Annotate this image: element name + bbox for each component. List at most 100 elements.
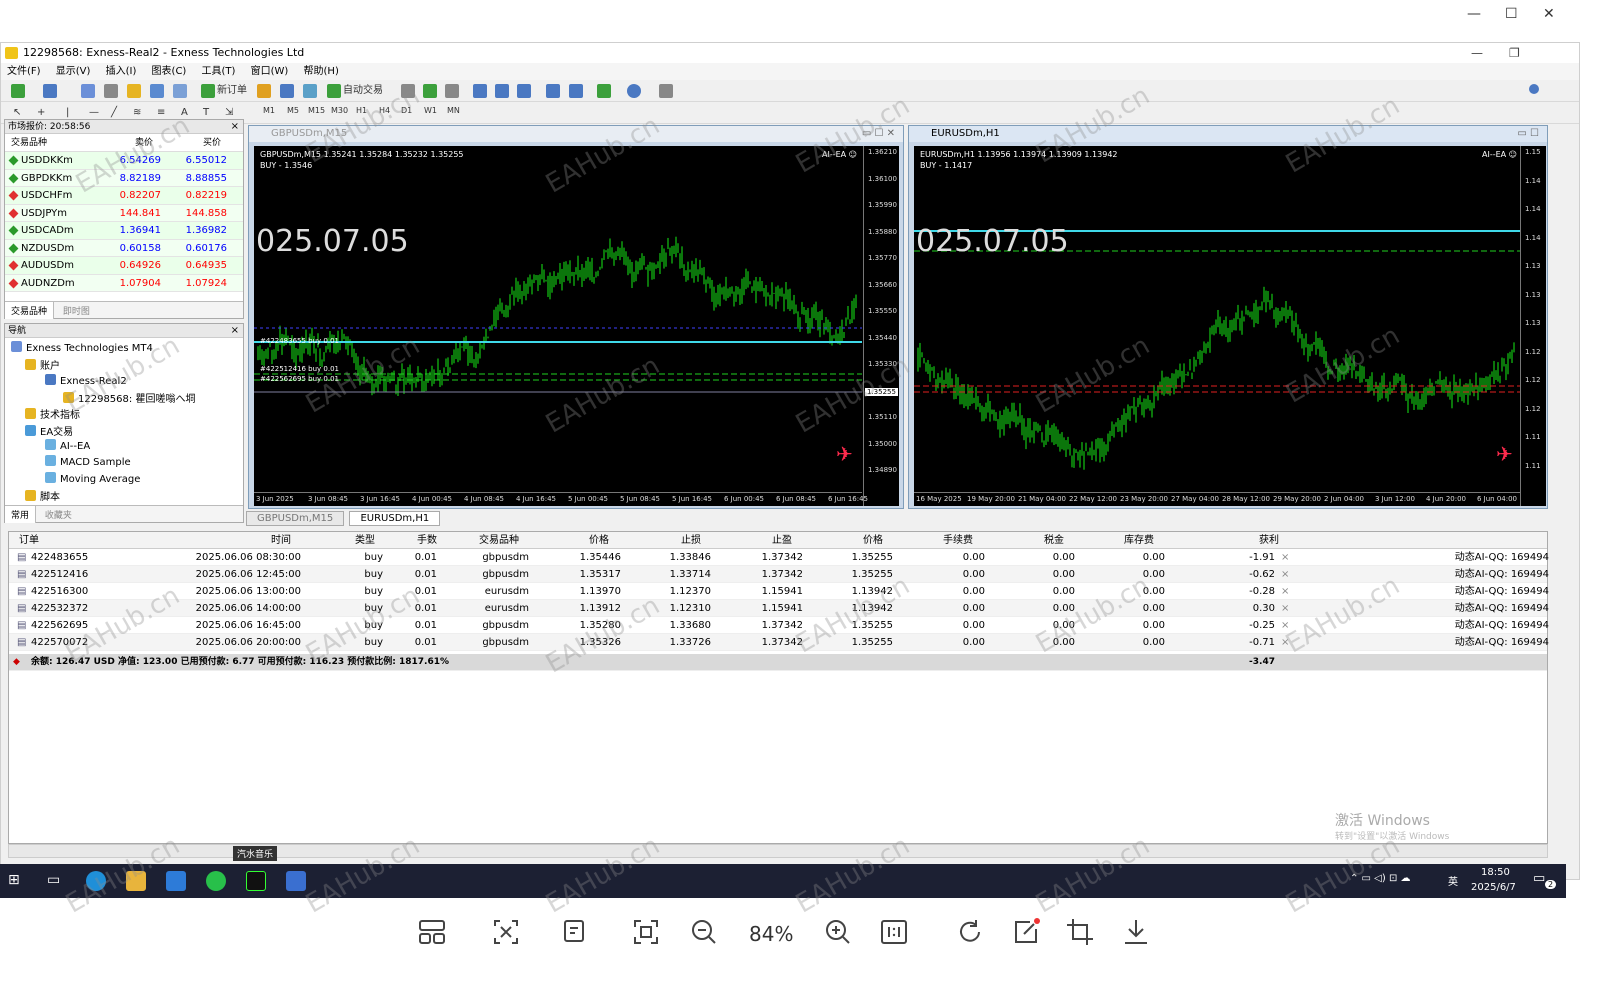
ocr-icon[interactable]	[560, 916, 592, 948]
col-ask[interactable]: 买价	[203, 134, 221, 152]
music-app-icon[interactable]	[246, 871, 266, 891]
price-axis[interactable]: 1.36210 1.36100 1.35990 1.35880 1.35770 1.356…	[863, 146, 899, 506]
metaeditor-icon[interactable]	[257, 84, 271, 98]
close-order-icon[interactable]: ×	[1281, 566, 1289, 583]
order-row[interactable]: ▤ 422483655 2025.06.06 08:30:00 buy 0.01 gbpu…	[9, 549, 1549, 566]
menu-help[interactable]: 帮助(H)	[298, 63, 345, 80]
timeframe-m5[interactable]: M5	[287, 106, 299, 115]
chart-tab-eurusd[interactable]: EURUSDm,H1	[349, 511, 441, 526]
minimize-icon[interactable]: —	[1471, 43, 1483, 63]
col-sl[interactable]: 止损	[681, 532, 701, 549]
col-tax[interactable]: 税金	[1044, 532, 1064, 549]
market-watch-row[interactable]: USDCHFm 0.82207 0.82219	[5, 187, 243, 205]
market-watch-row[interactable]: USDJPYm 144.841 144.858	[5, 204, 243, 222]
chart-window-controls-icon[interactable]: ▭ ☐ ✕	[862, 126, 895, 142]
order-row[interactable]: ▤ 422562695 2025.06.06 16:45:00 buy 0.01 gbpu…	[9, 617, 1549, 634]
auto-trading-icon[interactable]	[327, 84, 341, 98]
crop-icon[interactable]	[1064, 916, 1096, 948]
market-watch-icon[interactable]	[81, 84, 95, 98]
scan-icon[interactable]	[490, 916, 522, 948]
chart-canvas-eurusd[interactable]: EURUSDm,H1 1.13956 1.13974 1.13909 1.139…	[914, 146, 1546, 506]
timeframe-h4[interactable]: H4	[379, 106, 390, 115]
zoom-out-icon[interactable]	[495, 84, 509, 98]
timeframe-w1[interactable]: W1	[424, 106, 437, 115]
menu-tools[interactable]: 工具(T)	[196, 63, 242, 80]
close-order-icon[interactable]: ×	[1281, 549, 1289, 566]
col-swap[interactable]: 库存费	[1124, 532, 1154, 549]
col-time[interactable]: 时间	[271, 532, 291, 549]
task-view-icon[interactable]: ▭	[47, 872, 60, 888]
tile-windows-icon[interactable]	[517, 84, 531, 98]
wechat-icon[interactable]	[206, 871, 226, 891]
indicators-icon[interactable]	[597, 84, 611, 98]
tab-common[interactable]: 常用	[5, 506, 37, 523]
tab-symbols[interactable]: 交易品种	[5, 302, 55, 319]
profiles-icon[interactable]	[43, 84, 57, 98]
order-row[interactable]: ▤ 422512416 2025.06.06 12:45:00 buy 0.01 gbpu…	[9, 566, 1549, 583]
chart-shift-icon[interactable]	[546, 84, 560, 98]
col-profit[interactable]: 获利	[1259, 532, 1279, 549]
file-explorer-icon[interactable]	[126, 871, 146, 891]
system-tray-icons[interactable]: ⌃ ▭ ◁) ⊡ ☁	[1350, 873, 1411, 884]
candlestick-icon[interactable]	[423, 84, 437, 98]
templates-icon[interactable]	[659, 84, 673, 98]
col-symbol[interactable]: 交易品种	[479, 532, 519, 549]
viewer-close-icon[interactable]: ✕	[1543, 6, 1555, 22]
nav-scripts[interactable]: 脚本	[25, 488, 60, 503]
timeframe-h1[interactable]: H1	[356, 106, 367, 115]
chart-window-controls-icon[interactable]: ▭ ☐	[1517, 126, 1539, 142]
chart-canvas-gbpusd[interactable]: GBPUSDm,M15 1.35241 1.35284 1.35232 1.35…	[254, 146, 899, 506]
close-order-icon[interactable]: ×	[1281, 617, 1289, 634]
nav-indicators[interactable]: 技术指标	[25, 406, 80, 421]
nav-expert-advisors[interactable]: EA交易	[25, 423, 73, 438]
nav-ea-macd[interactable]: MACD Sample	[45, 455, 131, 468]
navigator-icon[interactable]	[127, 84, 141, 98]
col-tp[interactable]: 止盈	[772, 532, 792, 549]
signals-icon[interactable]	[280, 84, 294, 98]
col-price[interactable]: 价格	[863, 532, 883, 549]
close-icon[interactable]: ×	[231, 120, 239, 134]
menu-charts[interactable]: 图表(C)	[146, 63, 193, 80]
close-order-icon[interactable]: ×	[1281, 600, 1289, 617]
restore-icon[interactable]: ❐	[1509, 43, 1520, 63]
timeframe-m30[interactable]: M30	[331, 106, 348, 115]
download-icon[interactable]	[1120, 916, 1152, 948]
timeframe-mn[interactable]: MN	[447, 106, 460, 115]
notification-icon[interactable]: ▭	[1533, 871, 1545, 886]
periods-icon[interactable]	[627, 84, 641, 98]
close-order-icon[interactable]: ×	[1281, 634, 1289, 651]
data-window-icon[interactable]	[104, 84, 118, 98]
market-watch-row[interactable]: GBPDKKm 8.82189 8.88855	[5, 169, 243, 187]
col-symbol[interactable]: 交易品种	[11, 134, 47, 152]
auto-scroll-icon[interactable]	[569, 84, 583, 98]
col-ticket[interactable]: 订单	[19, 532, 39, 549]
order-row[interactable]: ▤ 422570072 2025.06.06 20:00:00 buy 0.01 gbpu…	[9, 634, 1549, 651]
new-order-button[interactable]: 新订单	[217, 83, 247, 99]
bar-chart-icon[interactable]	[401, 84, 415, 98]
col-commission[interactable]: 手续费	[943, 532, 973, 549]
menu-window[interactable]: 窗口(W)	[245, 63, 295, 80]
nav-account[interactable]: 12298568: 瞿回嗟嗡へ垌	[63, 390, 195, 405]
close-order-icon[interactable]: ×	[1281, 583, 1289, 600]
clock-date[interactable]: 2025/6/7	[1471, 882, 1516, 893]
price-axis[interactable]: 1.15 1.14 1.14 1.14 1.13 1.13 1.13 1.12 1.12 1.12…	[1520, 146, 1546, 506]
nav-server[interactable]: Exness-Real2	[45, 374, 127, 387]
col-type[interactable]: 类型	[355, 532, 375, 549]
col-bid[interactable]: 卖价	[135, 134, 153, 152]
menu-insert[interactable]: 插入(I)	[100, 63, 143, 80]
new-order-icon[interactable]	[201, 84, 215, 98]
market-watch-row[interactable]: AUDNZDm 1.07904 1.07924	[5, 274, 243, 292]
market-watch-row[interactable]: USDDKKm 6.54269 6.55012	[5, 152, 243, 170]
market-icon[interactable]	[303, 84, 317, 98]
new-chart-icon[interactable]	[11, 84, 25, 98]
nav-ea-ma[interactable]: Moving Average	[45, 472, 140, 485]
terminal-icon[interactable]	[150, 84, 164, 98]
time-axis[interactable]: 3 Jun 2025 3 Jun 08:45 3 Jun 16:45 4 Jun 00…	[254, 492, 868, 506]
actual-size-icon[interactable]	[878, 916, 910, 948]
zoom-in-icon[interactable]	[473, 84, 487, 98]
store-icon[interactable]	[166, 871, 186, 891]
line-chart-icon[interactable]	[445, 84, 459, 98]
price-chart-svg[interactable]	[914, 146, 1520, 492]
mt4-taskbar-icon[interactable]	[286, 871, 306, 891]
col-lots[interactable]: 手数	[417, 532, 437, 549]
